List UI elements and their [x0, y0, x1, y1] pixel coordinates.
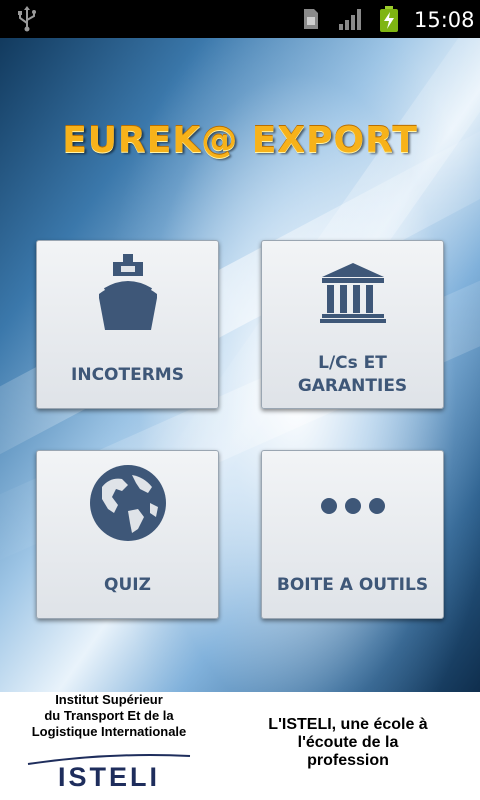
institute-line-3: Logistique Internationale — [31, 724, 187, 739]
tagline-line-2: l'écoute de la — [297, 734, 399, 751]
signal-icon — [339, 9, 361, 30]
bank-icon — [319, 263, 386, 323]
lcs-garanties-label-line-2: GARANTIES — [297, 376, 408, 396]
tagline-line-1: L'ISTELI, une école à — [268, 716, 428, 733]
boite-a-outils-label: BOITE A OUTILS — [262, 574, 443, 597]
boite-a-outils-button[interactable]: BOITE A OUTILS — [261, 450, 444, 619]
battery-charging-icon — [380, 6, 398, 32]
app-screen: EUREK@ EXPORT INCOTERMS L/Cs ET GARANTIE… — [0, 38, 480, 692]
ship-icon — [98, 254, 157, 330]
tagline-line-3: profession — [307, 752, 389, 769]
isteli-logo: ISTELI — [0, 750, 218, 800]
status-time: 15:08 — [414, 8, 475, 32]
lcs-garanties-label-line-1: L/Cs ET — [318, 353, 387, 373]
incoterms-label-line: INCOTERMS — [71, 365, 184, 385]
institute-line-2: du Transport Et de la — [44, 708, 174, 723]
quiz-label-line: QUIZ — [104, 575, 151, 595]
usb-icon — [18, 6, 36, 32]
status-bar: 15:08 — [0, 0, 480, 38]
globe-icon — [89, 465, 166, 541]
app-title-logo: EUREK@ EXPORT — [62, 120, 418, 161]
institute-name: Institut Supérieur du Transport Et de la… — [0, 692, 218, 740]
lcs-garanties-label: L/Cs ET GARANTIES — [262, 352, 443, 398]
quiz-label: QUIZ — [37, 574, 218, 597]
isteli-logo-text: ISTELI — [57, 762, 160, 792]
more-dots-icon — [320, 498, 385, 514]
sim-card-icon — [304, 9, 318, 29]
incoterms-button[interactable]: INCOTERMS — [36, 240, 219, 409]
institute-line-1: Institut Supérieur — [55, 692, 163, 707]
isteli-banner[interactable]: Institut Supérieur du Transport Et de la… — [0, 692, 480, 800]
lcs-garanties-button[interactable]: L/Cs ET GARANTIES — [261, 240, 444, 409]
isteli-tagline: L'ISTELI, une école à l'écoute de la pro… — [238, 716, 458, 770]
incoterms-label: INCOTERMS — [37, 364, 218, 387]
quiz-button[interactable]: QUIZ — [36, 450, 219, 619]
boite-a-outils-label-line: BOITE A OUTILS — [276, 575, 429, 595]
